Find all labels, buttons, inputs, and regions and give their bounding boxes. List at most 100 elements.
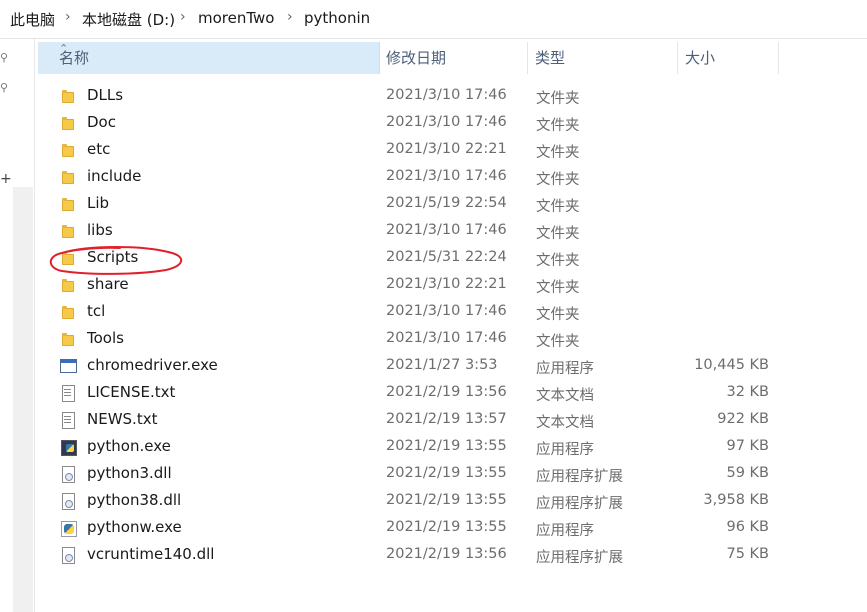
dll-icon (60, 493, 76, 510)
file-type: 应用程序扩展 (536, 496, 623, 512)
column-header-date[interactable]: 修改日期 (379, 42, 528, 74)
file-name: tcl (87, 302, 106, 320)
file-name: include (87, 167, 142, 185)
file-type: 文件夹 (536, 91, 580, 107)
file-type: 文件夹 (536, 307, 580, 323)
file-type: 应用程序 (536, 361, 594, 377)
file-row[interactable]: pythonw.exe 2021/2/19 13:55 应用程序 96 KB (38, 515, 867, 542)
file-size: 10,445 KB (694, 357, 769, 373)
column-header-size[interactable]: 大小 (678, 42, 779, 74)
file-row[interactable]: python3.dll 2021/2/19 13:55 应用程序扩展 59 KB (38, 461, 867, 488)
expand-icon[interactable]: + (0, 171, 12, 187)
file-row[interactable]: vcruntime140.dll 2021/2/19 13:56 应用程序扩展 75 … (38, 542, 867, 569)
file-modified-date: 2021/2/19 13:57 (386, 411, 507, 427)
pythonw-icon (60, 520, 77, 537)
file-type: 应用程序 (536, 442, 594, 458)
file-name: NEWS.txt (87, 410, 158, 428)
file-modified-date: 2021/5/19 22:54 (386, 195, 507, 211)
folder-icon (60, 250, 76, 266)
file-modified-date: 2021/2/19 13:56 (386, 546, 507, 562)
column-header-date-label: 修改日期 (386, 49, 447, 67)
file-modified-date: 2021/2/19 13:55 (386, 465, 507, 481)
file-type: 应用程序扩展 (536, 469, 623, 485)
file-name: python3.dll (87, 464, 172, 482)
file-row[interactable]: LICENSE.txt 2021/2/19 13:56 文本文档 32 KB (38, 380, 867, 407)
file-name: Tools (87, 329, 124, 347)
text-file-icon (60, 412, 76, 429)
file-row[interactable]: Scripts 2021/5/31 22:24 文件夹 (38, 245, 867, 272)
file-name: libs (87, 221, 113, 239)
file-type: 文件夹 (536, 334, 580, 350)
file-name: vcruntime140.dll (87, 545, 215, 563)
breadcrumb-item-drive-d[interactable]: 本地磁盘 (D:) (82, 9, 175, 30)
breadcrumb-separator-icon[interactable]: › (287, 9, 293, 25)
file-size: 75 KB (726, 546, 769, 562)
file-row[interactable]: Tools 2021/3/10 17:46 文件夹 (38, 326, 867, 353)
file-modified-date: 2021/2/19 13:56 (386, 384, 507, 400)
breadcrumb-item-morentwo[interactable]: morenTwo (198, 9, 275, 27)
breadcrumb: 此电脑 › 本地磁盘 (D:) › morenTwo › pythonin (0, 0, 867, 39)
file-size: 32 KB (726, 384, 769, 400)
file-modified-date: 2021/3/10 22:21 (386, 141, 507, 157)
folder-icon (60, 223, 76, 239)
column-header-type-label: 类型 (535, 49, 566, 67)
file-row[interactable]: etc 2021/3/10 22:21 文件夹 (38, 137, 867, 164)
file-modified-date: 2021/3/10 17:46 (386, 330, 507, 346)
file-name: python.exe (87, 437, 171, 455)
pin-icon[interactable]: ⚲ (0, 51, 14, 65)
file-size: 3,958 KB (703, 492, 769, 508)
file-type: 文件夹 (536, 172, 580, 188)
chevron-down-icon[interactable]: ⌄ (59, 42, 68, 74)
column-header-row: 名称 ⌃ ⌄ 修改日期 类型 大小 (38, 42, 867, 74)
file-size: 59 KB (726, 465, 769, 481)
breadcrumb-item-pythonin[interactable]: pythonin (304, 9, 370, 27)
file-type: 文件夹 (536, 226, 580, 242)
file-row[interactable]: python.exe 2021/2/19 13:55 应用程序 97 KB (38, 434, 867, 461)
file-size: 96 KB (726, 519, 769, 535)
navigation-pane-scrollbar[interactable] (13, 187, 33, 612)
file-modified-date: 2021/2/19 13:55 (386, 492, 507, 508)
file-row[interactable]: chromedriver.exe 2021/1/27 3:53 应用程序 10,445… (38, 353, 867, 380)
file-row[interactable]: Doc 2021/3/10 17:46 文件夹 (38, 110, 867, 137)
file-type: 文件夹 (536, 199, 580, 215)
file-row[interactable]: libs 2021/3/10 17:46 文件夹 (38, 218, 867, 245)
navigation-pane[interactable]: ⚲ ⚲ + (0, 39, 34, 612)
pane-divider[interactable] (34, 39, 35, 612)
file-name: Scripts (87, 248, 139, 266)
file-name: LICENSE.txt (87, 383, 176, 401)
file-modified-date: 2021/2/19 13:55 (386, 438, 507, 454)
file-name: pythonw.exe (87, 518, 182, 536)
dll-icon (60, 547, 76, 564)
file-row[interactable]: include 2021/3/10 17:46 文件夹 (38, 164, 867, 191)
file-modified-date: 2021/3/10 17:46 (386, 87, 507, 103)
file-modified-date: 2021/5/31 22:24 (386, 249, 507, 265)
exe-icon (60, 358, 77, 374)
file-name: python38.dll (87, 491, 182, 509)
file-name: etc (87, 140, 111, 158)
python-icon (60, 439, 77, 456)
column-header-type[interactable]: 类型 (528, 42, 678, 74)
folder-icon (60, 304, 76, 320)
file-name: chromedriver.exe (87, 356, 218, 374)
file-row[interactable]: Lib 2021/5/19 22:54 文件夹 (38, 191, 867, 218)
file-row[interactable]: NEWS.txt 2021/2/19 13:57 文本文档 922 KB (38, 407, 867, 434)
text-file-icon (60, 385, 76, 402)
file-row[interactable]: tcl 2021/3/10 17:46 文件夹 (38, 299, 867, 326)
breadcrumb-item-this-pc[interactable]: 此电脑 (10, 9, 55, 30)
file-row[interactable]: python38.dll 2021/2/19 13:55 应用程序扩展 3,958 K… (38, 488, 867, 515)
file-modified-date: 2021/3/10 17:46 (386, 114, 507, 130)
breadcrumb-separator-icon[interactable]: › (65, 9, 71, 25)
file-name: DLLs (87, 86, 124, 104)
pin-icon[interactable]: ⚲ (0, 81, 14, 95)
file-type: 文本文档 (536, 415, 594, 431)
breadcrumb-separator-icon[interactable]: › (180, 9, 186, 25)
file-row[interactable]: DLLs 2021/3/10 17:46 文件夹 (38, 83, 867, 110)
folder-icon (60, 196, 76, 212)
file-type: 文件夹 (536, 145, 580, 161)
column-header-name[interactable]: 名称 ⌃ ⌄ (38, 42, 380, 74)
folder-icon (60, 331, 76, 347)
file-row[interactable]: share 2021/3/10 22:21 文件夹 (38, 272, 867, 299)
folder-icon (60, 115, 76, 131)
file-size: 97 KB (726, 438, 769, 454)
folder-icon (60, 88, 76, 104)
